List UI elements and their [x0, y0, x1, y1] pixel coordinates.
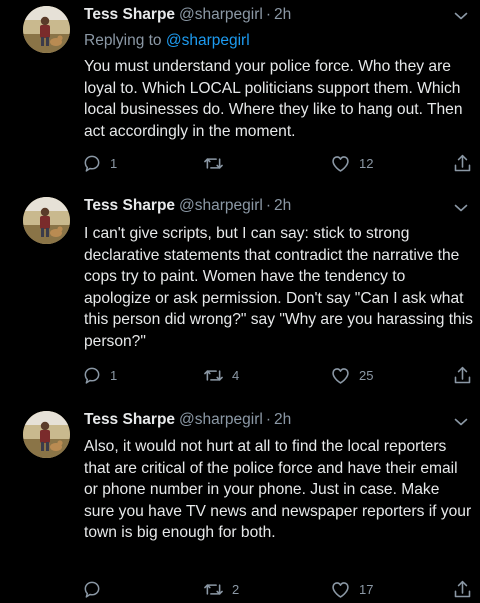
separator: ·: [265, 411, 272, 428]
chevron-down-icon[interactable]: [454, 11, 468, 21]
timestamp[interactable]: 2h: [274, 411, 291, 428]
timestamp[interactable]: 2h: [274, 6, 291, 23]
separator: ·: [265, 197, 272, 214]
like-count: 25: [359, 368, 374, 383]
retweet-icon: [203, 365, 224, 386]
separator: ·: [265, 6, 272, 23]
like-button[interactable]: 25: [330, 365, 373, 386]
author-handle[interactable]: @sharpegirl: [179, 197, 263, 214]
replying-handle-link[interactable]: @sharpegirl: [166, 32, 250, 49]
avatar[interactable]: [23, 197, 70, 244]
tweet-actions: 1 12: [0, 153, 480, 177]
retweet-button[interactable]: [203, 153, 232, 174]
avatar[interactable]: [23, 6, 70, 53]
like-count: 17: [359, 582, 374, 597]
chevron-down-icon[interactable]: [454, 417, 468, 427]
heart-icon: [330, 153, 351, 174]
tweet-text: I can't give scripts, but I can say: sti…: [84, 225, 473, 350]
tweet-header: Tess Sharpe @sharpegirl · 2h: [84, 411, 291, 429]
reply-icon: [82, 153, 102, 173]
tweet-actions: 2 17: [0, 579, 480, 603]
heart-icon: [330, 579, 351, 600]
like-count: 12: [359, 156, 374, 171]
tweet-1[interactable]: Tess Sharpe @sharpegirl · 2h Replying to @s…: [0, 0, 480, 190]
reply-icon: [82, 365, 102, 385]
tweet-header: Tess Sharpe @sharpegirl · 2h: [84, 197, 291, 215]
share-icon: [452, 365, 473, 386]
author-handle[interactable]: @sharpegirl: [179, 6, 263, 23]
share-button[interactable]: [452, 579, 473, 600]
replying-to: Replying to @sharpegirl: [84, 32, 250, 50]
tweet-2[interactable]: Tess Sharpe @sharpegirl · 2h I can't give s…: [0, 190, 480, 403]
share-icon: [452, 579, 473, 600]
reply-button[interactable]: 1: [82, 153, 117, 173]
author-name[interactable]: Tess Sharpe: [84, 411, 175, 428]
heart-icon: [330, 365, 351, 386]
author-handle[interactable]: @sharpegirl: [179, 411, 263, 428]
retweet-button[interactable]: 2: [203, 579, 239, 600]
timestamp[interactable]: 2h: [274, 197, 291, 214]
tweet-header: Tess Sharpe @sharpegirl · 2h: [84, 6, 291, 24]
like-button[interactable]: 17: [330, 579, 373, 600]
author-name[interactable]: Tess Sharpe: [84, 197, 175, 214]
tweet-actions: 1 4 25: [0, 365, 480, 389]
tweet-3[interactable]: Tess Sharpe @sharpegirl · 2h Also, it would…: [0, 403, 480, 600]
share-button[interactable]: [452, 153, 473, 174]
retweet-icon: [203, 579, 224, 600]
share-icon: [452, 153, 473, 174]
avatar[interactable]: [23, 411, 70, 458]
chevron-down-icon[interactable]: [454, 203, 468, 213]
tweet-text: You must understand your police force. W…: [84, 58, 463, 140]
retweet-icon: [203, 153, 224, 174]
reply-button[interactable]: [82, 579, 110, 599]
retweet-count: 2: [232, 582, 240, 597]
author-name[interactable]: Tess Sharpe: [84, 6, 175, 23]
retweet-count: 4: [232, 368, 240, 383]
replying-prefix: Replying to: [84, 32, 162, 49]
retweet-button[interactable]: 4: [203, 365, 239, 386]
reply-count: 1: [110, 155, 118, 171]
reply-count: 1: [110, 367, 118, 383]
tweet-text: Also, it would not hurt at all to find t…: [84, 438, 472, 541]
like-button[interactable]: 12: [330, 153, 373, 174]
reply-icon: [82, 579, 102, 599]
share-button[interactable]: [452, 365, 473, 386]
reply-button[interactable]: 1: [82, 365, 117, 385]
